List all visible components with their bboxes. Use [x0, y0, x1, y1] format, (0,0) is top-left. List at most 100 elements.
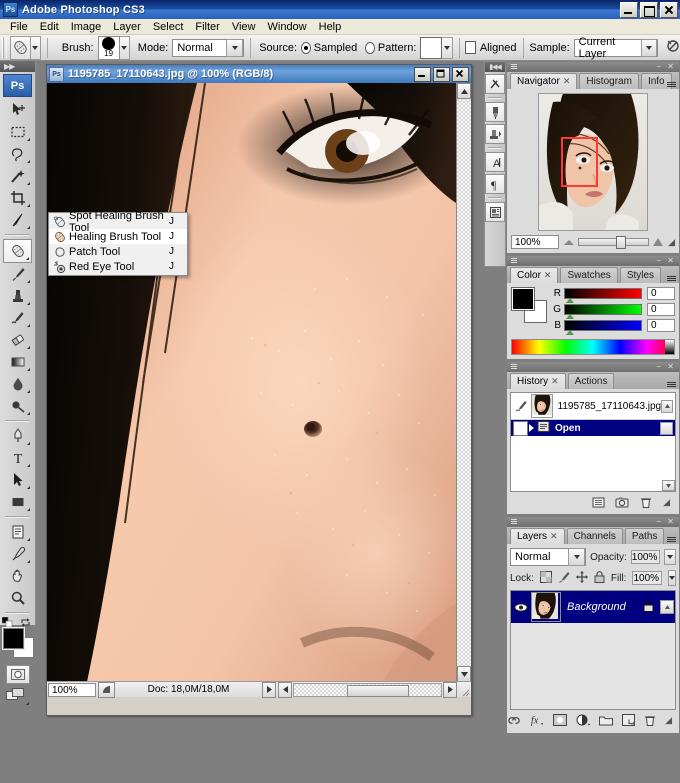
history-snapshot-row[interactable]: 1195785_17110643.jpg	[511, 393, 675, 420]
navigator-view-rectangle[interactable]	[561, 137, 598, 187]
adjustment-layer-icon[interactable]	[576, 713, 590, 727]
lock-transparent-pixels-icon[interactable]	[539, 570, 552, 586]
fill-stepper[interactable]	[668, 570, 677, 586]
close-icon[interactable]: ✕	[550, 531, 558, 542]
tab-paths[interactable]: Paths	[624, 528, 665, 544]
clone-stamp-tool[interactable]	[3, 285, 32, 307]
red-channel-slider[interactable]	[564, 288, 642, 303]
aligned-checkbox[interactable]	[465, 41, 476, 54]
layer-blend-mode-select[interactable]: Normal	[510, 548, 587, 566]
slider-marker[interactable]	[566, 314, 574, 319]
crop-tool[interactable]	[3, 187, 32, 209]
blend-mode-chevron-down-icon[interactable]	[568, 548, 586, 566]
document-close-button[interactable]	[452, 66, 469, 82]
blend-mode-chevron-down-icon[interactable]	[226, 38, 244, 57]
clone-source-icon[interactable]	[485, 124, 505, 144]
hand-tool[interactable]	[3, 565, 32, 587]
tab-navigator[interactable]: Navigator ✕	[510, 73, 578, 89]
history-state-open[interactable]: Open	[511, 420, 675, 436]
history-panel-menu-button[interactable]	[667, 382, 676, 387]
magic-wand-tool[interactable]	[3, 165, 32, 187]
document-maximize-button[interactable]	[433, 66, 450, 82]
green-channel-slider[interactable]	[564, 304, 642, 319]
pattern-swatch[interactable]	[420, 36, 443, 59]
color-panel-menu-button[interactable]	[667, 276, 676, 281]
navigator-panel-header[interactable]: − ✕	[507, 62, 679, 72]
color-panel-header[interactable]: − ✕	[507, 256, 679, 266]
navigator-panel-minimize-close-icons[interactable]: − ✕	[656, 62, 676, 71]
current-tool-icon[interactable]	[10, 35, 31, 60]
delete-layer-icon[interactable]	[644, 713, 656, 727]
quick-mask-mode-button[interactable]	[5, 665, 30, 684]
tool-presets-icon[interactable]	[485, 74, 505, 94]
move-tool[interactable]	[3, 99, 32, 121]
tab-channels[interactable]: Channels	[566, 528, 623, 544]
layer-style-icon[interactable]: fx	[530, 713, 544, 727]
ignore-adjustment-layers-button[interactable]	[666, 39, 680, 56]
canvas-horizontal-scrollbar[interactable]	[293, 682, 442, 697]
menu-layer[interactable]: Layer	[107, 20, 147, 34]
close-icon[interactable]: ✕	[551, 376, 559, 387]
rectangular-marquee-tool[interactable]	[3, 121, 32, 143]
navigator-thumbnail[interactable]	[538, 93, 648, 231]
layer-row-background[interactable]: Background	[511, 591, 675, 623]
color-spectrum-ramp[interactable]	[511, 339, 675, 355]
lock-position-icon[interactable]	[575, 570, 588, 586]
new-layer-icon[interactable]	[622, 713, 636, 727]
zoom-level-input[interactable]: 100%	[48, 682, 96, 697]
scroll-up-button[interactable]	[457, 83, 471, 99]
history-source-checkbox[interactable]	[513, 420, 528, 436]
status-info-arrow-icon[interactable]	[262, 681, 276, 698]
blur-tool[interactable]	[3, 373, 32, 395]
flyout-item-spot-healing-brush-tool[interactable]: Spot Healing Brush Tool J	[49, 210, 187, 234]
flyout-item-patch-tool[interactable]: Patch Tool J	[49, 244, 187, 259]
red-channel-value[interactable]: 0	[647, 287, 675, 300]
image-canvas[interactable]	[47, 83, 456, 682]
slider-marker[interactable]	[566, 298, 574, 303]
menu-edit[interactable]: Edit	[34, 20, 65, 34]
flyout-item-healing-brush-tool[interactable]: Healing Brush Tool J	[49, 229, 187, 244]
eraser-tool[interactable]	[3, 329, 32, 351]
source-sampled-radio[interactable]	[301, 41, 311, 54]
layers-panel-header[interactable]: − ✕	[507, 517, 679, 527]
menu-filter[interactable]: Filter	[189, 20, 225, 34]
tab-layers[interactable]: Layers ✕	[510, 528, 565, 544]
link-layers-icon[interactable]	[507, 713, 521, 727]
menu-select[interactable]: Select	[147, 20, 190, 34]
layer-visibility-eye-icon[interactable]	[511, 602, 531, 613]
maximize-button[interactable]	[640, 2, 658, 18]
toolbox-collapse-button[interactable]: ▶▶	[0, 61, 35, 72]
slice-tool[interactable]	[3, 209, 32, 231]
layers-panel-minimize-close-icons[interactable]: − ✕	[656, 517, 676, 526]
history-scroll-up-button[interactable]	[661, 399, 673, 413]
brush-tool[interactable]	[3, 263, 32, 285]
layer-mask-icon[interactable]	[553, 713, 568, 727]
paragraph-icon[interactable]: ¶	[485, 174, 505, 194]
eyedropper-tool[interactable]	[3, 543, 32, 565]
history-brush-tool[interactable]	[3, 307, 32, 329]
rectangle-tool[interactable]	[3, 491, 32, 513]
gradient-tool[interactable]	[3, 351, 32, 373]
tab-actions[interactable]: Actions	[567, 373, 615, 389]
menu-view[interactable]: View	[226, 20, 262, 34]
status-menu-button[interactable]	[98, 681, 115, 698]
flyout-item-red-eye-tool[interactable]: Red Eye Tool J	[49, 259, 187, 274]
opacity-value[interactable]: 100%	[630, 550, 661, 564]
healing-brush-tool[interactable]	[3, 239, 32, 263]
blue-channel-value[interactable]: 0	[647, 319, 675, 332]
scroll-down-button[interactable]	[457, 666, 471, 682]
zoom-in-icon[interactable]	[653, 238, 664, 246]
zoom-slider-thumb[interactable]	[615, 235, 626, 249]
opacity-stepper[interactable]	[664, 549, 676, 565]
type-tool[interactable]: T	[3, 447, 32, 469]
history-scroll-down-button[interactable]	[662, 480, 675, 491]
panel-resize-grip[interactable]: ◢	[665, 715, 672, 726]
window-resize-grip[interactable]	[458, 683, 471, 697]
zoom-slider-track[interactable]	[578, 238, 650, 246]
close-icon[interactable]: ✕	[544, 270, 552, 281]
panel-resize-grip[interactable]: ◢	[663, 497, 670, 508]
zoom-tool[interactable]	[3, 587, 32, 609]
close-icon[interactable]: ✕	[563, 76, 571, 87]
menu-image[interactable]: Image	[65, 20, 108, 34]
pattern-picker-button[interactable]	[442, 36, 453, 59]
